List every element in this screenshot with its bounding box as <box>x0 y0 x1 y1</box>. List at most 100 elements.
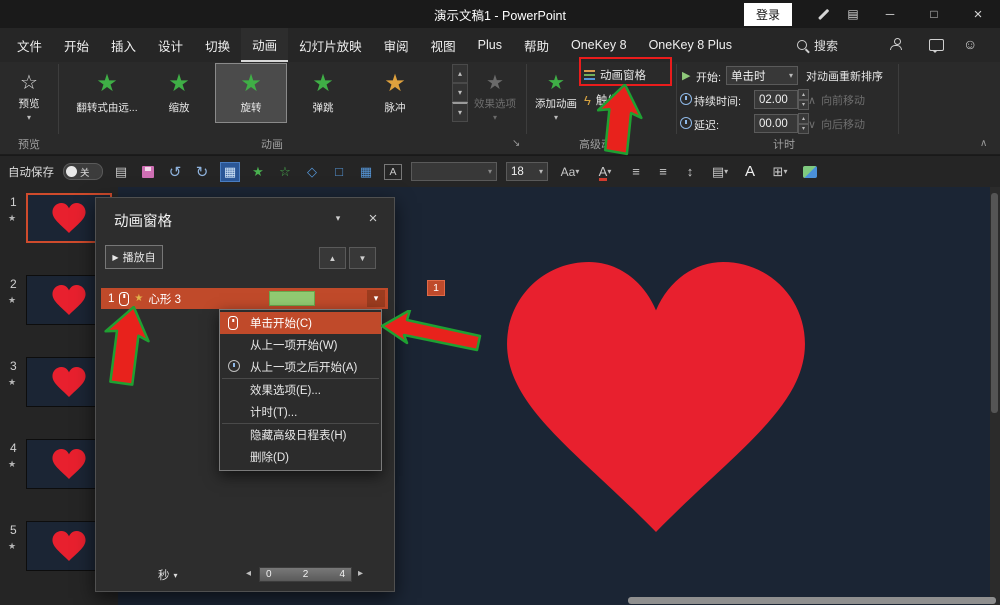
start-dropdown[interactable]: 单击时 ▾ <box>726 66 798 85</box>
gallery-item-spin[interactable]: ★ 旋转 <box>216 64 286 122</box>
animation-star-icon: ★ <box>8 213 16 224</box>
duration-clock-icon <box>680 93 692 108</box>
add-animation-button[interactable]: ★ 添加动画 ▾ <box>532 64 580 126</box>
autosave-toggle[interactable]: 关 <box>63 163 103 180</box>
gallery-item-bounce[interactable]: ★ 弹跳 <box>288 64 358 122</box>
gallery-item-zoom[interactable]: ★ 缩放 <box>144 64 214 122</box>
tab-file[interactable]: 文件 <box>6 28 53 62</box>
tab-slideshow[interactable]: 幻灯片放映 <box>288 28 373 62</box>
effect-options-button[interactable]: ★ 效果选项 ▾ <box>468 64 522 126</box>
menu-item-remove[interactable]: 删除(D) <box>220 446 381 468</box>
comments-icon[interactable] <box>929 39 944 54</box>
tab-help[interactable]: 帮助 <box>513 28 560 62</box>
menu-item-start-on-click[interactable]: 单击开始(C) <box>220 312 381 334</box>
draw-pen-icon[interactable] <box>808 0 838 28</box>
gallery-scroll-down-button[interactable]: ▾ <box>452 83 468 102</box>
font-name-combo[interactable]: ▾ <box>411 162 497 181</box>
gallery-more-button[interactable]: ▾ <box>452 102 468 122</box>
animation-pane-title: 动画窗格 <box>114 210 172 231</box>
gallery-item-swivel[interactable]: ★ 翻转式由远... <box>72 64 142 122</box>
duration-input[interactable]: 02.00 <box>754 90 798 109</box>
view-grid-icon[interactable]: ▤ <box>112 163 130 181</box>
redo-icon[interactable]: ↻ <box>193 163 211 181</box>
gallery-item-pulse[interactable]: ★ 脉冲 <box>360 64 430 122</box>
seconds-dropdown[interactable]: 秒 ▾ <box>158 567 178 583</box>
move-down-button[interactable]: ▼ <box>349 247 376 269</box>
chevron-down-icon: ▾ <box>575 167 579 176</box>
tab-transitions[interactable]: 切换 <box>194 28 241 62</box>
insert-picture-icon[interactable] <box>801 163 819 181</box>
mouse-click-icon <box>119 292 129 306</box>
move-earlier-label: 向前移动 <box>821 92 865 108</box>
move-up-button[interactable]: ▲ <box>319 247 346 269</box>
pane-menu-button[interactable]: ▾ <box>327 208 349 228</box>
undo-icon[interactable]: ↺ <box>166 163 184 181</box>
vertical-scrollbar-thumb[interactable] <box>991 193 998 413</box>
search-box[interactable]: 搜索 <box>797 28 838 62</box>
heart-shape-main[interactable] <box>505 262 807 532</box>
tab-onekey8[interactable]: OneKey 8 <box>560 28 638 62</box>
preview-button[interactable]: ☆ 预览 ▾ <box>6 64 52 126</box>
menu-item-effect-options[interactable]: 效果选项(E)... <box>220 379 381 401</box>
tab-animations[interactable]: 动画 <box>241 28 288 62</box>
animation-pane-button[interactable]: 动画窗格 <box>584 64 646 86</box>
font-size-value: 18 <box>511 166 524 178</box>
table-insert-icon[interactable]: ⊞▾ <box>768 163 792 181</box>
gallery-scroll-up-button[interactable]: ▴ <box>452 64 468 83</box>
change-case-icon[interactable]: Aa▾ <box>557 163 583 181</box>
close-button[interactable]: × <box>956 0 1000 28</box>
timeline-right-icon[interactable]: ▸ <box>358 568 363 579</box>
add-effect-star-icon[interactable]: ★ <box>249 163 267 181</box>
grid-icon[interactable]: ▦ <box>357 163 375 181</box>
numbered-list-icon[interactable]: ≡ <box>654 163 672 181</box>
tab-design[interactable]: 设计 <box>147 28 194 62</box>
menu-item-hide-advanced-timeline[interactable]: 隐藏高级日程表(H) <box>220 424 381 446</box>
timeline-left-icon[interactable]: ◂ <box>246 568 251 579</box>
delay-input[interactable]: 00.00 <box>754 114 798 133</box>
group-label-preview: 预览 <box>6 136 52 152</box>
maximize-button[interactable]: □ <box>912 0 956 28</box>
minimize-button[interactable]: ─ <box>868 0 912 28</box>
delay-value: 00.00 <box>759 118 788 130</box>
pane-close-button[interactable]: × <box>362 208 384 228</box>
tab-view[interactable]: 视图 <box>420 28 467 62</box>
animation-item-heart3[interactable]: 1 ★ 心形 3 ▾ <box>101 288 388 309</box>
bullet-list-icon[interactable]: ≡ <box>627 163 645 181</box>
move-later-button[interactable]: ∨ 向后移动 <box>808 113 865 135</box>
selected-tool-icon[interactable]: ▦ <box>220 162 240 182</box>
menu-label: 隐藏高级日程表(H) <box>250 427 346 443</box>
menu-item-timing[interactable]: 计时(T)... <box>220 401 381 423</box>
tab-review[interactable]: 审阅 <box>373 28 420 62</box>
move-earlier-button[interactable]: ∧ 向前移动 <box>808 89 865 111</box>
collapse-ribbon-icon[interactable]: ∧ <box>980 138 987 149</box>
menu-item-start-after-previous[interactable]: 从上一项之后开始(A) <box>220 356 381 378</box>
rectangle-icon[interactable]: □ <box>330 163 348 181</box>
timeline-scrollbar[interactable]: 0 2 4 <box>259 567 352 582</box>
feedback-smiley-icon[interactable]: ☺ <box>963 36 977 52</box>
timing-bar[interactable] <box>269 291 315 306</box>
effect-star-outline-icon[interactable]: ☆ <box>276 163 294 181</box>
align-options-icon[interactable]: ▤▾ <box>708 163 732 181</box>
trigger-button[interactable]: ϟ 触发 ▾ <box>584 89 628 111</box>
animation-item-dropdown[interactable]: ▾ <box>367 290 385 307</box>
tab-onekey8plus[interactable]: OneKey 8 Plus <box>638 28 743 62</box>
shapes-icon[interactable]: ◇ <box>303 163 321 181</box>
horizontal-scrollbar-thumb[interactable] <box>628 597 996 604</box>
tab-insert[interactable]: 插入 <box>100 28 147 62</box>
font-size-combo[interactable]: 18 ▾ <box>506 162 548 181</box>
font-size-grow-icon[interactable]: A <box>741 163 759 181</box>
ribbon-display-options-icon[interactable]: ▤ <box>838 0 868 28</box>
tab-plus[interactable]: Plus <box>467 28 513 62</box>
animation-dialog-launcher-icon[interactable]: ↘ <box>512 138 520 149</box>
bounce-star-icon: ★ <box>312 72 334 96</box>
quick-access-toolbar: 自动保存 关 ▤ ↺ ↻ ▦ ★ ☆ ◇ □ ▦ A ▾ 18 ▾ Aa▾ A▾… <box>0 155 1000 187</box>
menu-item-start-with-previous[interactable]: 从上一项开始(W) <box>220 334 381 356</box>
share-icon[interactable] <box>890 38 902 53</box>
login-button[interactable]: 登录 <box>744 3 792 26</box>
line-spacing-icon[interactable]: ↕ <box>681 163 699 181</box>
font-color-icon[interactable]: A▾ <box>592 163 618 181</box>
textbox-icon[interactable]: A <box>384 164 402 180</box>
save-icon[interactable] <box>139 163 157 181</box>
play-from-button[interactable]: ▶ 播放自 <box>105 245 163 269</box>
tab-home[interactable]: 开始 <box>53 28 100 62</box>
